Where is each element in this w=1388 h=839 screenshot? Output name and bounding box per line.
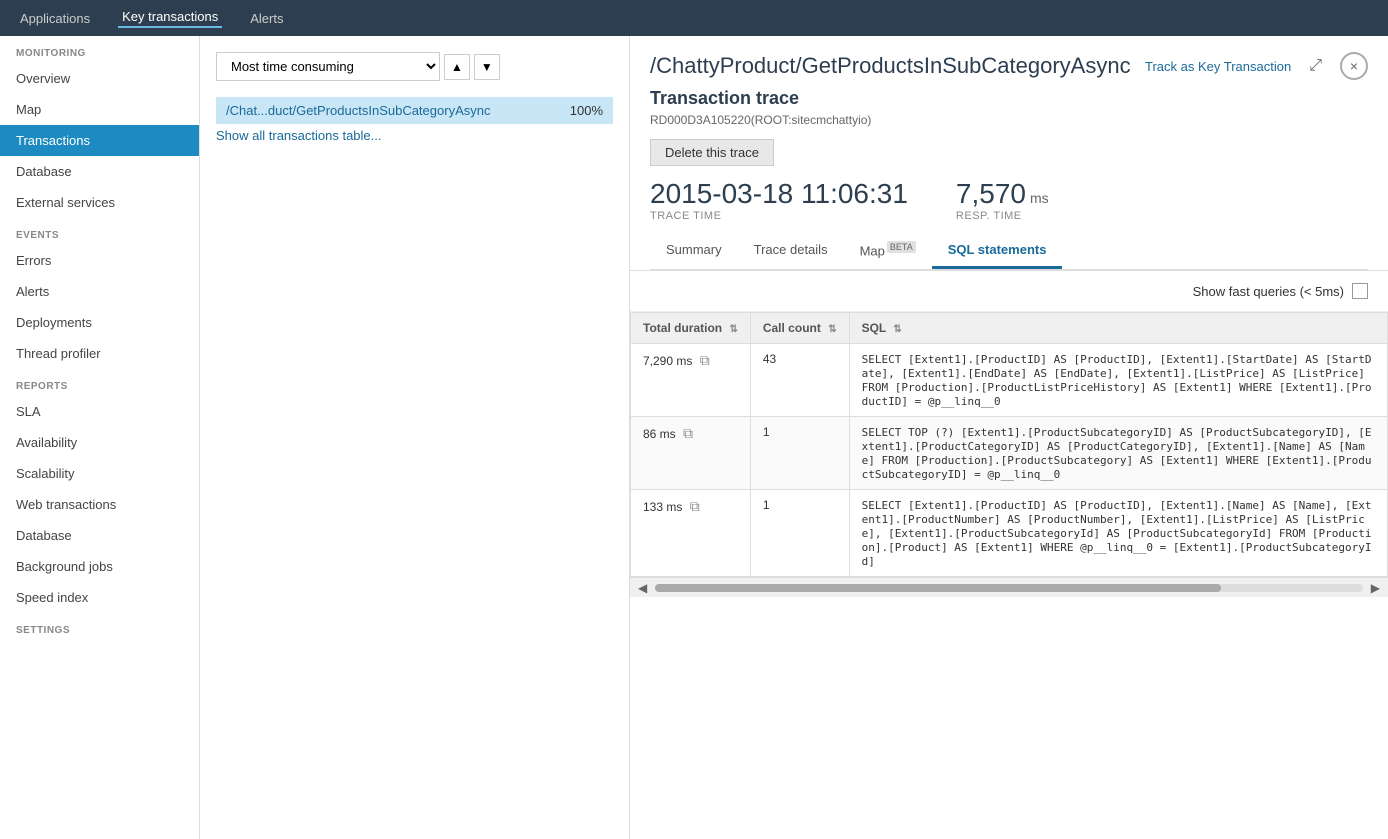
sidebar-item-database-report[interactable]: Database: [0, 520, 199, 551]
events-label: EVENTS: [0, 218, 199, 245]
sidebar-item-external-services[interactable]: External services: [0, 187, 199, 218]
sql-content-area: Show fast queries (< 5ms) Total duration…: [630, 271, 1388, 839]
sidebar-item-background-jobs[interactable]: Background jobs: [0, 551, 199, 582]
sort-icon-count: ⇅: [828, 324, 836, 335]
nav-key-transactions[interactable]: Key transactions: [118, 9, 222, 28]
transaction-name: /Chat...duct/GetProductsInSubCategoryAsy…: [226, 103, 562, 118]
horizontal-scrollbar: ◀ ▶: [630, 577, 1388, 597]
sidebar-item-scalability[interactable]: Scalability: [0, 458, 199, 489]
transaction-list-item[interactable]: /Chat...duct/GetProductsInSubCategoryAsy…: [216, 97, 613, 124]
scroll-left-arrow[interactable]: ◀: [638, 581, 647, 595]
copy-icon-row2[interactable]: ⧉: [683, 425, 693, 441]
monitoring-label: MONITORING: [0, 36, 199, 63]
th-total-duration[interactable]: Total duration ⇅: [631, 313, 751, 344]
row1-duration: 7,290 ms ⧉: [631, 344, 751, 417]
close-trace-button[interactable]: ×: [1340, 52, 1368, 80]
sql-code-row3: SELECT [Extent1].[ProductID] AS [Product…: [862, 499, 1372, 568]
sidebar-item-errors[interactable]: Errors: [0, 245, 199, 276]
transaction-trace-label: Transaction trace: [650, 88, 1368, 109]
transaction-percentage: 100%: [570, 103, 603, 118]
th-sql[interactable]: SQL ⇅: [849, 313, 1387, 344]
scroll-thumb: [655, 584, 1221, 592]
trace-stats: 2015-03-18 11:06:31 TRACE TIME 7,570 ms …: [650, 178, 1368, 222]
sql-code-row2: SELECT TOP (?) [Extent1].[ProductSubcate…: [862, 426, 1372, 481]
trace-time-stat: 2015-03-18 11:06:31 TRACE TIME: [650, 178, 908, 222]
table-row: 133 ms ⧉ 1 SELECT [Extent1].[ProductID] …: [631, 490, 1388, 577]
top-nav: Applications Key transactions Alerts: [0, 0, 1388, 36]
resp-time-unit: ms: [1030, 190, 1049, 206]
trace-time-label: TRACE TIME: [650, 210, 908, 222]
fast-queries-row: Show fast queries (< 5ms): [630, 271, 1388, 312]
fast-queries-checkbox[interactable]: [1352, 283, 1368, 299]
sort-icon-sql: ⇅: [893, 324, 901, 335]
sidebar-item-sla[interactable]: SLA: [0, 396, 199, 427]
sidebar-item-availability[interactable]: Availability: [0, 427, 199, 458]
time-consuming-dropdown[interactable]: Most time consuming Slowest average resp…: [216, 52, 440, 81]
tab-summary[interactable]: Summary: [650, 234, 738, 269]
sidebar-item-speed-index[interactable]: Speed index: [0, 582, 199, 613]
resp-time-label: RESP. TIME: [956, 210, 1049, 222]
row1-count: 43: [750, 344, 849, 417]
filter-row: Most time consuming Slowest average resp…: [216, 52, 613, 81]
main-layout: MONITORING Overview Map Transactions Dat…: [0, 36, 1388, 839]
trace-subtitle: RD000D3A105220(ROOT:sitecmchattyio): [650, 113, 1368, 127]
row2-count: 1: [750, 417, 849, 490]
left-panel: Most time consuming Slowest average resp…: [200, 36, 630, 839]
row1-sql: SELECT [Extent1].[ProductID] AS [Product…: [849, 344, 1387, 417]
show-all-transactions-link[interactable]: Show all transactions table...: [216, 128, 381, 143]
scroll-right-arrow[interactable]: ▶: [1371, 581, 1380, 595]
reports-label: REPORTS: [0, 369, 199, 396]
sidebar-item-thread-profiler[interactable]: Thread profiler: [0, 338, 199, 369]
sidebar-item-database[interactable]: Database: [0, 156, 199, 187]
nav-applications[interactable]: Applications: [16, 11, 94, 26]
table-row: 86 ms ⧉ 1 SELECT TOP (?) [Extent1].[Prod…: [631, 417, 1388, 490]
scroll-track[interactable]: [655, 584, 1363, 592]
sidebar-item-transactions[interactable]: Transactions: [0, 125, 199, 156]
delete-trace-button[interactable]: Delete this trace: [650, 139, 774, 166]
settings-label: SETTINGS: [0, 613, 199, 640]
row2-sql: SELECT TOP (?) [Extent1].[ProductSubcate…: [849, 417, 1387, 490]
row2-duration: 86 ms ⧉: [631, 417, 751, 490]
track-key-transaction-button[interactable]: Track as Key Transaction: [1145, 59, 1291, 74]
tab-sql-statements[interactable]: SQL statements: [932, 234, 1063, 269]
dropdown-arrow-down[interactable]: ▼: [474, 54, 500, 80]
trace-actions: Track as Key Transaction ⤢ ×: [1145, 52, 1368, 80]
resp-time-stat: 7,570 ms RESP. TIME: [956, 178, 1049, 222]
copy-icon-row1[interactable]: ⧉: [700, 352, 710, 368]
resp-time-value: 7,570: [956, 178, 1026, 210]
sql-table: Total duration ⇅ Call count ⇅ SQL ⇅: [630, 312, 1388, 577]
fast-queries-label: Show fast queries (< 5ms): [1193, 284, 1344, 299]
sort-icon-duration: ⇅: [729, 324, 737, 335]
trace-page-title: /ChattyProduct/GetProductsInSubCategoryA…: [650, 53, 1131, 79]
sidebar: MONITORING Overview Map Transactions Dat…: [0, 36, 200, 839]
tabs-row: Summary Trace details MapBETA SQL statem…: [650, 234, 1368, 270]
trace-header-title-row: /ChattyProduct/GetProductsInSubCategoryA…: [650, 52, 1368, 80]
right-panel: /ChattyProduct/GetProductsInSubCategoryA…: [630, 36, 1388, 839]
sidebar-item-alerts[interactable]: Alerts: [0, 276, 199, 307]
trace-header: /ChattyProduct/GetProductsInSubCategoryA…: [630, 36, 1388, 271]
row3-count: 1: [750, 490, 849, 577]
sidebar-item-overview[interactable]: Overview: [0, 63, 199, 94]
dropdown-arrow-up[interactable]: ▲: [444, 54, 470, 80]
th-call-count[interactable]: Call count ⇅: [750, 313, 849, 344]
expand-icon-button[interactable]: ⤢: [1303, 55, 1328, 77]
tab-trace-details[interactable]: Trace details: [738, 234, 844, 269]
sidebar-item-map[interactable]: Map: [0, 94, 199, 125]
tab-map[interactable]: MapBETA: [844, 234, 932, 269]
table-row: 7,290 ms ⧉ 43 SELECT [Extent1].[ProductI…: [631, 344, 1388, 417]
sql-code-row1: SELECT [Extent1].[ProductID] AS [Product…: [862, 353, 1372, 408]
beta-badge: BETA: [887, 241, 916, 253]
row3-sql: SELECT [Extent1].[ProductID] AS [Product…: [849, 490, 1387, 577]
row3-duration: 133 ms ⧉: [631, 490, 751, 577]
main-content: Most time consuming Slowest average resp…: [200, 36, 1388, 839]
nav-alerts[interactable]: Alerts: [246, 11, 287, 26]
trace-time-value: 2015-03-18 11:06:31: [650, 178, 908, 210]
sidebar-item-deployments[interactable]: Deployments: [0, 307, 199, 338]
copy-icon-row3[interactable]: ⧉: [690, 498, 700, 514]
sidebar-item-web-transactions[interactable]: Web transactions: [0, 489, 199, 520]
